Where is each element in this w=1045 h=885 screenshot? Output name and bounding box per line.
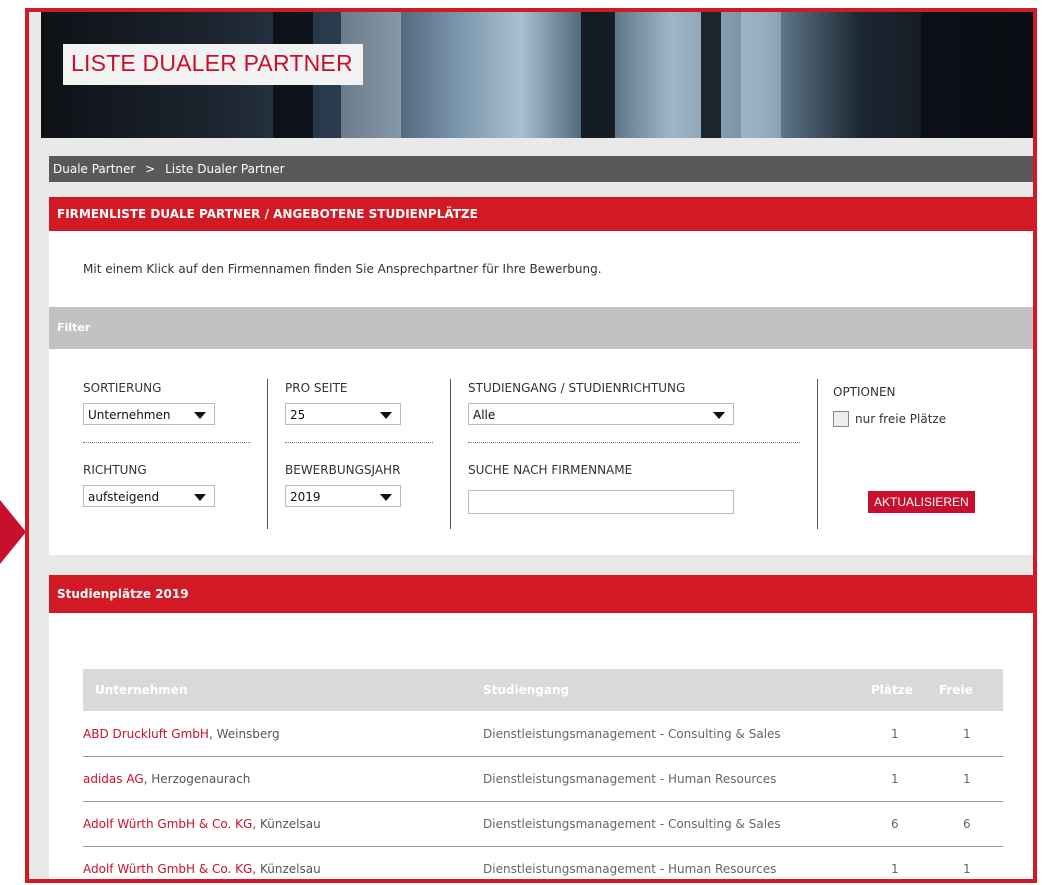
- arrow-right-icon: [0, 500, 26, 564]
- firmenname-search-input[interactable]: [468, 490, 734, 514]
- nur-freie-plaetze-label: nur freie Plätze: [855, 412, 947, 426]
- plaetze-cell: 6: [891, 817, 899, 831]
- hero-banner: LISTE DUALER PARTNER: [41, 12, 1033, 138]
- table-row: adidas AG, Herzogenaurach Dienstleistung…: [83, 757, 1003, 802]
- filter-header: Filter: [49, 307, 1033, 349]
- pro-seite-select[interactable]: 25: [285, 403, 401, 425]
- page-title: LISTE DUALER PARTNER: [63, 44, 363, 85]
- breadcrumb-separator: >: [145, 162, 156, 176]
- firm-city: , Herzogenaurach: [143, 772, 251, 786]
- chevron-down-icon: [713, 412, 725, 419]
- sortierung-select[interactable]: Unternehmen: [83, 403, 215, 425]
- sortierung-label: SORTIERUNG: [83, 381, 162, 395]
- firm-city: , Weinsberg: [208, 727, 280, 741]
- optionen-label: OPTIONEN: [833, 385, 896, 399]
- freie-cell: 6: [963, 817, 971, 831]
- col-freie[interactable]: Freie: [939, 669, 973, 711]
- spacer: [49, 555, 1033, 575]
- studiengang-label: STUDIENGANG / STUDIENRICHTUNG: [468, 381, 686, 395]
- studiengang-select[interactable]: Alle: [468, 403, 734, 425]
- richtung-select[interactable]: aufsteigend: [83, 485, 215, 507]
- section-title-firmenliste: FIRMENLISTE DUALE PARTNER / ANGEBOTENE S…: [49, 197, 1033, 231]
- column-divider: [450, 379, 451, 529]
- col-plaetze[interactable]: Plätze: [871, 669, 913, 711]
- main-content: FIRMENLISTE DUALE PARTNER / ANGEBOTENE S…: [49, 197, 1033, 879]
- firm-link[interactable]: Adolf Würth GmbH & Co. KG: [83, 862, 252, 876]
- breadcrumb: Duale Partner > Liste Dualer Partner: [49, 156, 1033, 182]
- filter-panel: SORTIERUNG Unternehmen RICHTUNG aufsteig…: [49, 349, 1033, 555]
- firm-city: , Künzelsau: [252, 862, 321, 876]
- bewerbungsjahr-select[interactable]: 2019: [285, 485, 401, 507]
- firm-link[interactable]: Adolf Würth GmbH & Co. KG: [83, 817, 252, 831]
- suche-label: SUCHE NACH FIRMENNAME: [468, 463, 633, 477]
- divider: [468, 442, 800, 443]
- checkbox-icon[interactable]: [833, 411, 849, 427]
- table-header: Unternehmen Studiengang Plätze Freie: [83, 669, 1003, 711]
- results-title: Studienplätze 2019: [49, 575, 1033, 613]
- divider: [83, 442, 251, 443]
- breadcrumb-current: Liste Dualer Partner: [165, 162, 285, 176]
- plaetze-cell: 1: [891, 772, 899, 786]
- sortierung-value: Unternehmen: [88, 408, 171, 422]
- col-unternehmen[interactable]: Unternehmen: [95, 669, 188, 711]
- highlight-frame: LISTE DUALER PARTNER Duale Partner > Lis…: [25, 8, 1037, 883]
- studiengang-cell: Dienstleistungsmanagement - Consulting &…: [483, 817, 781, 831]
- aktualisieren-button[interactable]: AKTUALISIEREN: [868, 491, 975, 513]
- freie-cell: 1: [963, 862, 971, 876]
- chevron-down-icon: [380, 494, 392, 501]
- firm-link[interactable]: ABD Druckluft GmbH: [83, 727, 209, 741]
- firm-link[interactable]: adidas AG: [83, 772, 144, 786]
- pro-seite-value: 25: [290, 408, 306, 422]
- col-studiengang[interactable]: Studiengang: [483, 669, 569, 711]
- studiengang-value: Alle: [473, 408, 496, 422]
- chevron-down-icon: [380, 412, 392, 419]
- chevron-down-icon: [194, 494, 206, 501]
- bewerbungsjahr-value: 2019: [290, 490, 321, 504]
- plaetze-cell: 1: [891, 727, 899, 741]
- results-panel: Unternehmen Studiengang Plätze Freie ABD…: [49, 613, 1033, 879]
- divider: [285, 442, 433, 443]
- plaetze-cell: 1: [891, 862, 899, 876]
- studiengang-cell: Dienstleistungsmanagement - Human Resour…: [483, 862, 777, 876]
- table-row: Adolf Würth GmbH & Co. KG, Künzelsau Die…: [83, 847, 1003, 879]
- column-divider: [817, 379, 818, 529]
- richtung-value: aufsteigend: [88, 490, 160, 504]
- column-divider: [267, 379, 268, 529]
- table-row: Adolf Würth GmbH & Co. KG, Künzelsau Die…: [83, 802, 1003, 847]
- studiengang-cell: Dienstleistungsmanagement - Human Resour…: [483, 772, 777, 786]
- bewerbungsjahr-label: BEWERBUNGSJAHR: [285, 463, 401, 477]
- freie-cell: 1: [963, 772, 971, 786]
- freie-cell: 1: [963, 727, 971, 741]
- richtung-label: RICHTUNG: [83, 463, 147, 477]
- intro-text: Mit einem Klick auf den Firmennamen find…: [49, 231, 1033, 307]
- breadcrumb-duale-partner[interactable]: Duale Partner: [53, 162, 135, 176]
- chevron-down-icon: [194, 412, 206, 419]
- firm-city: , Künzelsau: [252, 817, 321, 831]
- pro-seite-label: PRO SEITE: [285, 381, 348, 395]
- studiengang-cell: Dienstleistungsmanagement - Consulting &…: [483, 727, 781, 741]
- table-row: ABD Druckluft GmbH, Weinsberg Dienstleis…: [83, 712, 1003, 757]
